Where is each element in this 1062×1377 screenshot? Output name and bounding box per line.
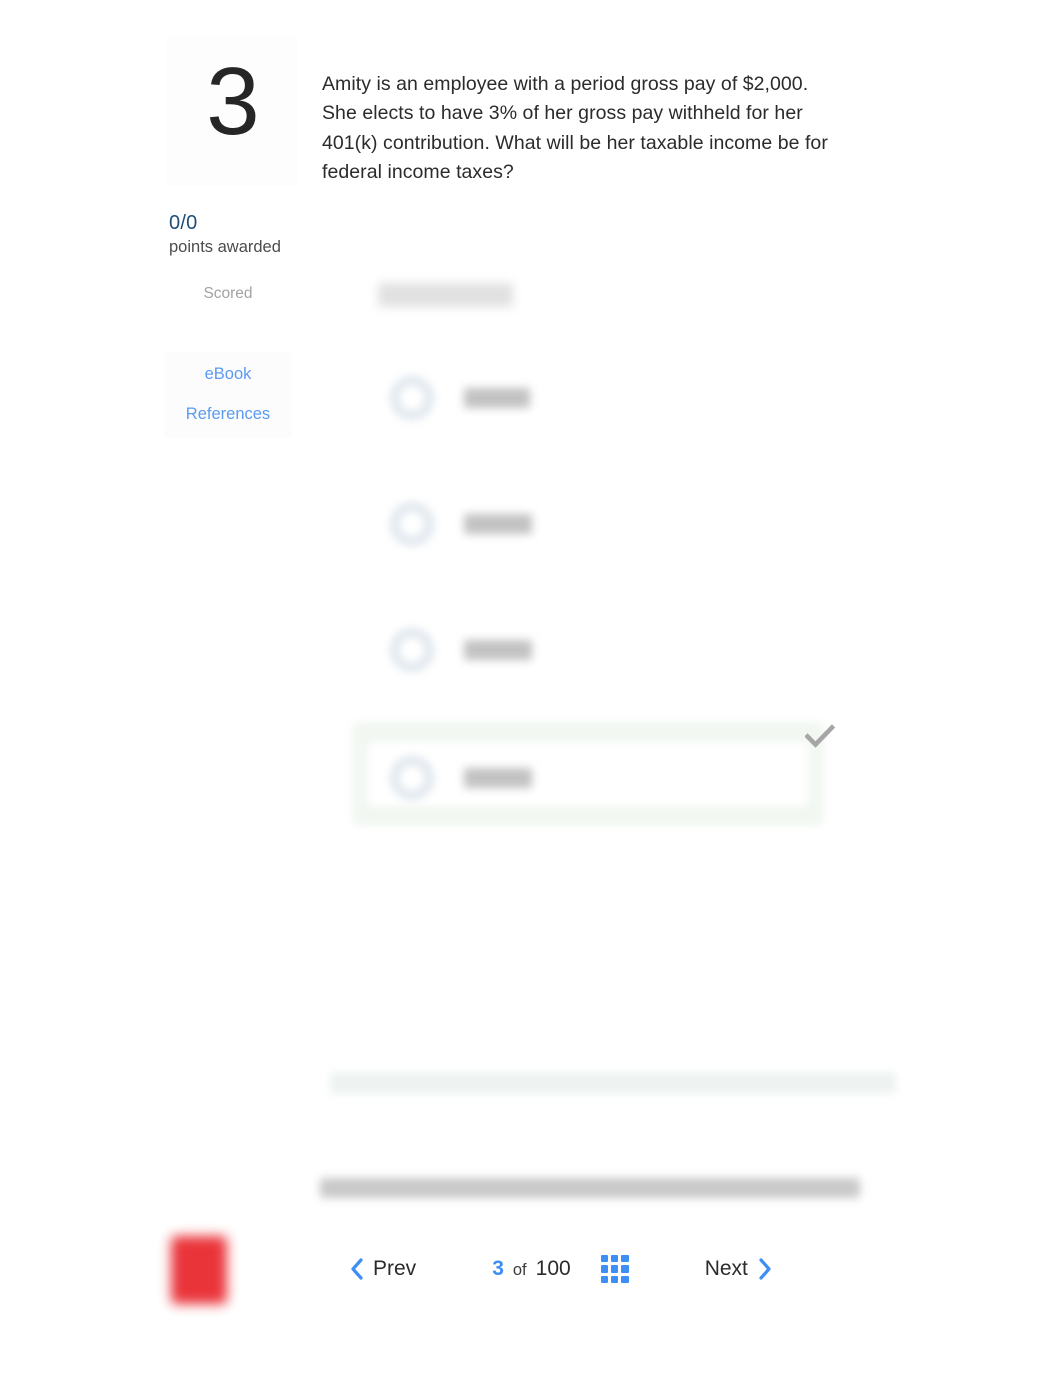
redacted-content-line-2 <box>320 1178 860 1198</box>
points-awarded-block: 0/0 points awarded <box>169 210 349 259</box>
resource-links-panel: eBook References <box>164 352 292 438</box>
check-icon <box>805 724 835 750</box>
radio-button-icon[interactable] <box>390 502 434 546</box>
chevron-right-icon <box>758 1258 771 1280</box>
of-label: of <box>512 1261 527 1279</box>
sidebar-item-ebook[interactable]: eBook <box>164 363 292 385</box>
radio-button-icon[interactable] <box>390 376 434 420</box>
radio-button-icon[interactable] <box>390 628 434 672</box>
question-text: Amity is an employee with a period gross… <box>322 73 828 183</box>
answer-option-2[interactable] <box>390 502 532 546</box>
current-page-number: 3 <box>492 1257 504 1280</box>
next-button-label: Next <box>704 1257 748 1280</box>
chevron-left-icon <box>350 1258 363 1280</box>
prev-button[interactable]: Prev <box>350 1257 416 1281</box>
next-button[interactable]: Next <box>705 1257 771 1281</box>
question-number: 3 <box>206 48 259 155</box>
answer-option-label-redacted <box>464 514 532 534</box>
answer-type-label-redacted <box>378 283 513 307</box>
grid-view-icon[interactable] <box>600 1255 629 1283</box>
question-page: 3 Amity is an employee with a period gro… <box>0 0 1062 1377</box>
pagination-bar: Prev 3 of 100 Next <box>350 1246 771 1292</box>
radio-button-icon[interactable] <box>390 756 434 800</box>
scored-status-label: Scored <box>203 285 253 302</box>
answer-option-label-redacted <box>464 768 532 788</box>
points-value: 0/0 <box>169 212 198 234</box>
flag-icon[interactable] <box>171 1236 227 1304</box>
prev-button-label: Prev <box>373 1257 417 1280</box>
answer-option-1[interactable] <box>390 376 530 420</box>
redacted-content-line-1 <box>330 1072 896 1094</box>
answer-option-3[interactable] <box>390 628 532 672</box>
answer-option-4[interactable] <box>390 756 532 800</box>
question-number-box: 3 <box>167 36 297 186</box>
sidebar-item-references[interactable]: References <box>164 403 292 425</box>
answer-option-label-redacted <box>464 640 532 660</box>
total-pages-number: 100 <box>535 1257 571 1280</box>
points-awarded-label: points awarded <box>169 238 281 256</box>
page-counter: 3 of 100 <box>492 1257 571 1281</box>
answer-option-label-redacted <box>464 388 530 408</box>
